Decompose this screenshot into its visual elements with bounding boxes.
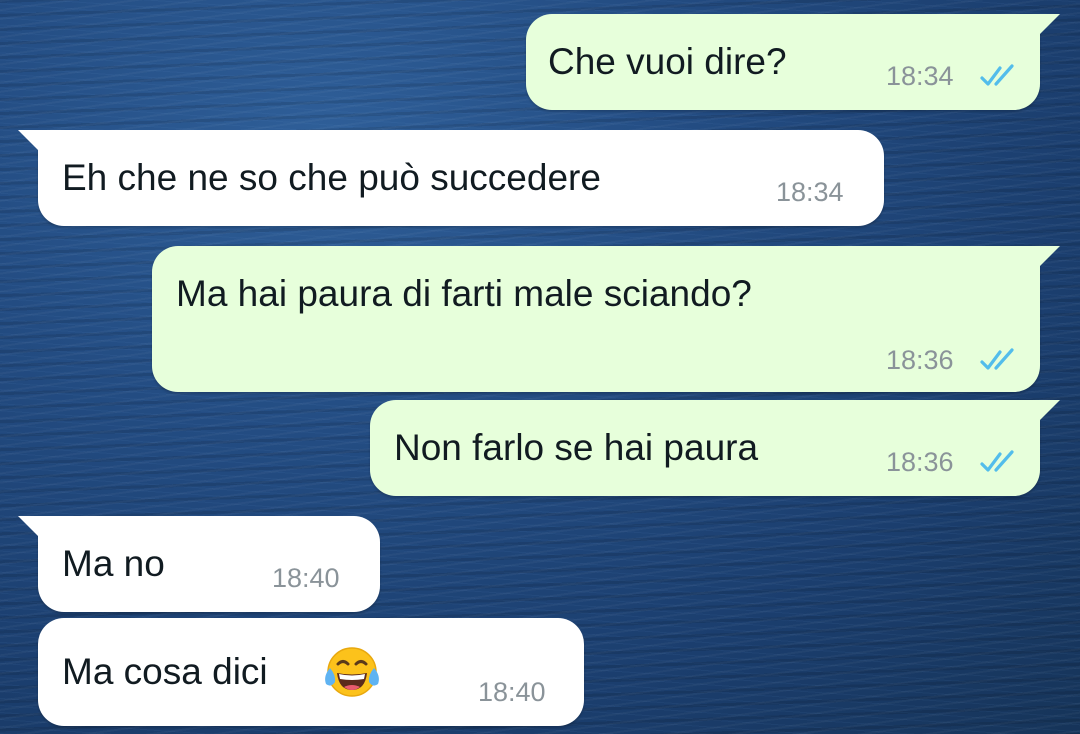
message-time: 18:34 xyxy=(776,177,844,207)
message-bubble-incoming[interactable]: Ma no 18:40 xyxy=(18,516,380,612)
chat-conversation: Che vuoi dire? 18:34 Eh che ne so che pu… xyxy=(0,0,1080,734)
message-time: 18:36 xyxy=(886,447,954,477)
double-check-icon xyxy=(980,64,1014,86)
double-check-icon xyxy=(980,348,1014,370)
message-time: 18:40 xyxy=(272,563,340,593)
message-bubble-outgoing[interactable]: Che vuoi dire? 18:34 xyxy=(526,14,1060,110)
message-bubble-outgoing[interactable]: Ma hai paura di farti male sciando? 18:3… xyxy=(152,246,1060,392)
face-with-tears-of-joy-icon xyxy=(325,647,379,697)
message-time: 18:36 xyxy=(886,345,954,375)
message-time: 18:40 xyxy=(478,677,546,707)
message-text: Ma cosa dici xyxy=(62,651,268,692)
message-time: 18:34 xyxy=(886,61,954,91)
message-text: Ma hai paura di farti male sciando? xyxy=(176,273,752,314)
message-bubble-incoming[interactable]: Ma cosa dici 18:40 xyxy=(38,618,584,726)
message-bubble-outgoing[interactable]: Non farlo se hai paura 18:36 xyxy=(370,400,1060,496)
message-text: Eh che ne so che può succedere xyxy=(62,157,601,198)
double-check-icon xyxy=(980,450,1014,472)
message-text: Ma no xyxy=(62,543,165,584)
message-text: Non farlo se hai paura xyxy=(394,427,759,468)
message-bubble-incoming[interactable]: Eh che ne so che può succedere 18:34 xyxy=(18,130,884,226)
message-text: Che vuoi dire? xyxy=(548,41,787,82)
